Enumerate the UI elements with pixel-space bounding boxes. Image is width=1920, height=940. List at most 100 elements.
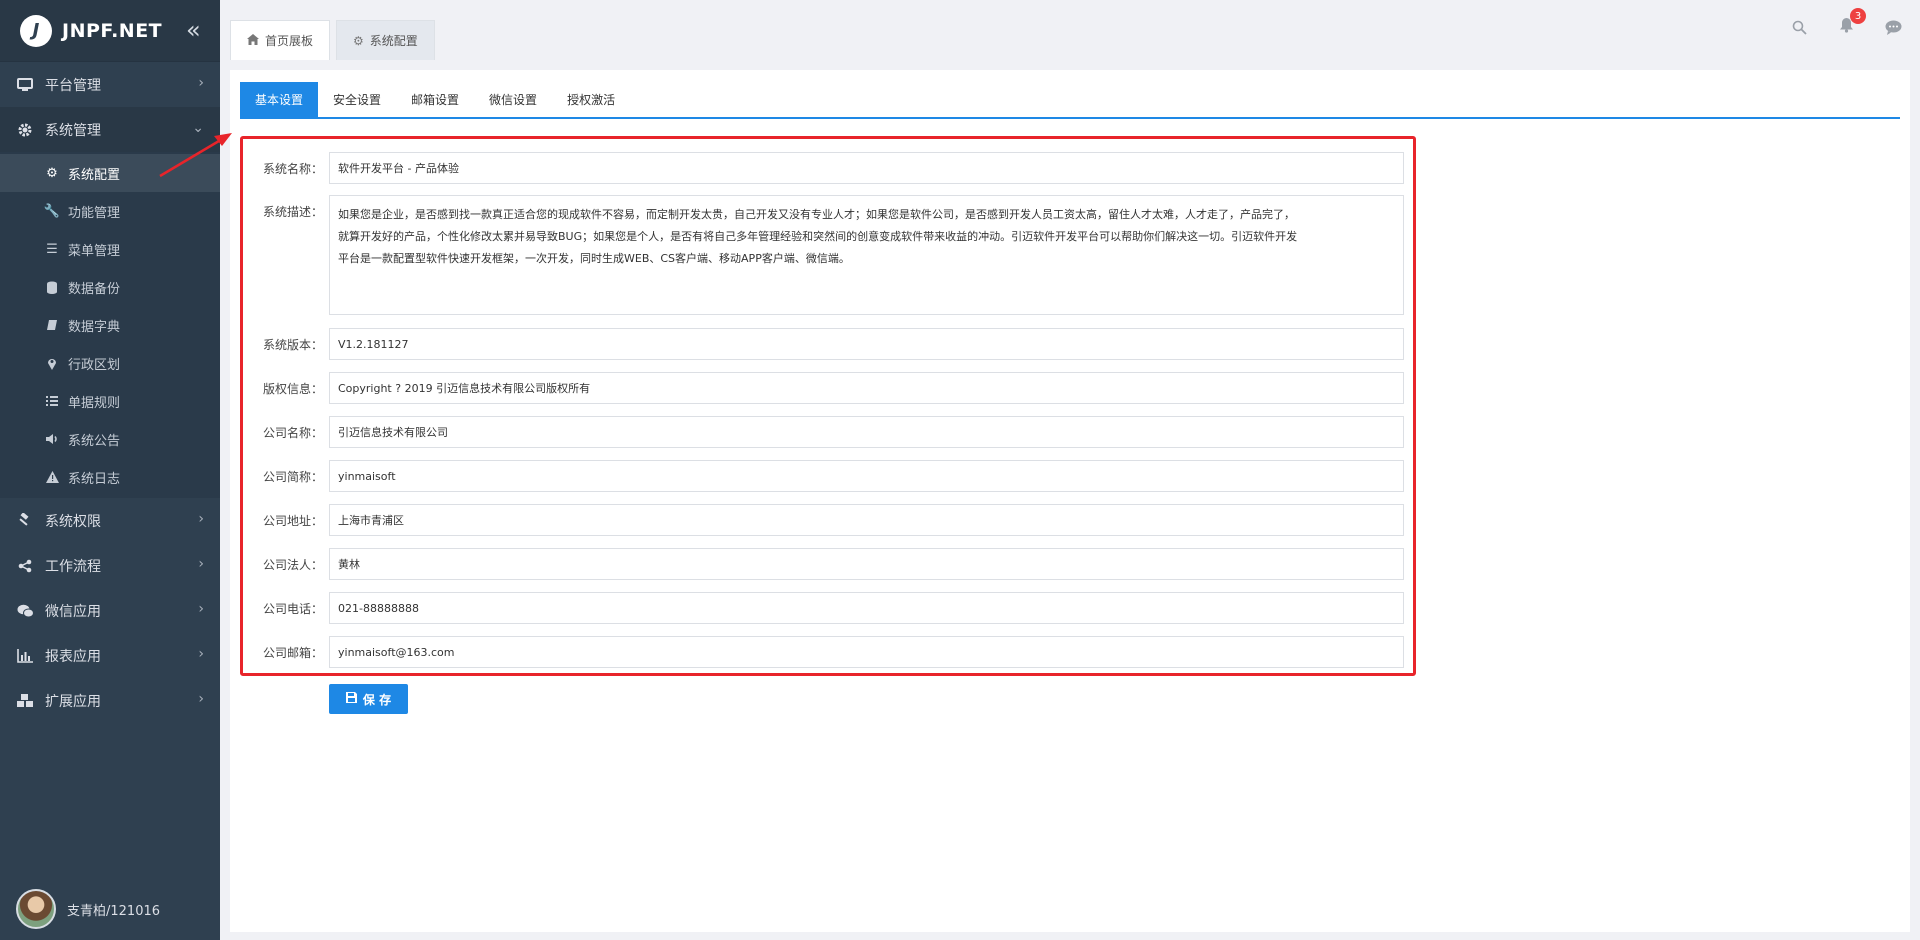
- company-email-field[interactable]: yinmaisoft@163.com: [329, 636, 1404, 668]
- search-icon[interactable]: [1779, 12, 1819, 42]
- chevron-right-icon: ›: [198, 511, 204, 527]
- user-profile[interactable]: 支青柏/121016: [0, 878, 220, 940]
- chevron-right-icon: ›: [198, 646, 204, 662]
- company-legal-person-field[interactable]: 黄林: [329, 548, 1404, 580]
- sidebar-item-reports[interactable]: 报表应用 ›: [0, 633, 220, 678]
- tab-license-activation[interactable]: 授权激活: [552, 82, 630, 117]
- tab-security-settings[interactable]: 安全设置: [318, 82, 396, 117]
- tab-label: 首页展板: [265, 34, 314, 48]
- gavel-icon: [15, 512, 35, 529]
- sidebar-item-permissions[interactable]: 系统权限 ›: [0, 498, 220, 543]
- tab-email-settings[interactable]: 邮箱设置: [396, 82, 474, 117]
- chevron-right-icon: ›: [198, 691, 204, 707]
- sidebar-item-workflow[interactable]: 工作流程 ›: [0, 543, 220, 588]
- comment-icon[interactable]: [1873, 12, 1913, 42]
- save-button[interactable]: 保 存: [329, 684, 408, 714]
- book-icon: [44, 319, 60, 331]
- avatar[interactable]: [16, 889, 56, 929]
- sidebar-item-admin-division[interactable]: 行政区划: [0, 344, 220, 382]
- gears-icon: ⚙: [353, 33, 364, 48]
- settings-tabs: 基本设置 安全设置 邮箱设置 微信设置 授权激活: [240, 82, 1900, 119]
- system-version-field[interactable]: V1.2.181127: [329, 328, 1404, 360]
- brand-logo-icon: J: [20, 14, 52, 47]
- sidebar-item-system[interactable]: 系统管理 ⌄: [0, 107, 220, 152]
- basic-settings-form: 系统名称： 软件开发平台 - 产品体验 系统描述： 如果您是企业，是否感到找一款…: [240, 136, 1416, 676]
- field-label: 公司电话：: [262, 602, 323, 616]
- sidebar-item-wechat[interactable]: 微信应用 ›: [0, 588, 220, 633]
- tab-system-config[interactable]: ⚙ 系统配置: [336, 20, 435, 60]
- wechat-icon: [15, 604, 35, 618]
- brand: J JNPF.NET «: [0, 0, 220, 62]
- tab-basic-settings[interactable]: 基本设置: [240, 82, 319, 117]
- chevron-down-icon: ⌄: [192, 120, 204, 136]
- description-line: 就算开发好的产品，个性化修改太累并易导致BUG；如果您是个人，是否有将自己多年管…: [338, 230, 1298, 243]
- home-icon: [247, 33, 259, 48]
- sidebar-item-system-log[interactable]: 系统日志: [0, 458, 220, 496]
- sidebar-item-label: 功能管理: [68, 205, 121, 221]
- sidebar-item-label: 系统日志: [68, 471, 121, 487]
- field-label: 公司邮箱：: [262, 646, 323, 660]
- database-icon: [44, 281, 60, 294]
- field-label: 版权信息：: [262, 382, 323, 396]
- description-line: 平台是一款配置型软件快速开发框架，一次开发，同时生成WEB、CS客户端、移动AP…: [338, 252, 850, 265]
- field-label: 系统版本：: [262, 338, 323, 352]
- sidebar-item-label: 系统配置: [68, 167, 121, 183]
- sidebar-item-label: 工作流程: [45, 558, 101, 575]
- copyright-field[interactable]: Copyright ? 2019 引迈信息技术有限公司版权所有: [329, 372, 1404, 404]
- system-name-field[interactable]: 软件开发平台 - 产品体验: [329, 152, 1404, 184]
- user-name: 支青柏/121016: [67, 903, 161, 919]
- company-address-field[interactable]: 上海市青浦区: [329, 504, 1404, 536]
- sidebar-item-document-rules[interactable]: 单据规则: [0, 382, 220, 420]
- company-short-name-field[interactable]: yinmaisoft: [329, 460, 1404, 492]
- list-ordered-icon: [44, 395, 60, 407]
- gears-icon: ⚙: [46, 165, 58, 181]
- wrench-icon: 🔧: [43, 203, 61, 219]
- sidebar-item-label: 报表应用: [45, 648, 101, 665]
- gear-icon: [15, 122, 35, 138]
- double-chevron-left-icon[interactable]: «: [186, 18, 201, 42]
- sidebar-item-label: 数据备份: [68, 281, 121, 297]
- chevron-right-icon: ›: [198, 601, 204, 617]
- notification-badge: 3: [1850, 8, 1866, 24]
- bar-chart-icon: [15, 648, 35, 663]
- field-label: 公司名称：: [262, 426, 323, 440]
- field-label: 公司地址：: [262, 514, 323, 528]
- sidebar-item-label: 微信应用: [45, 603, 101, 620]
- sidebar-item-label: 平台管理: [45, 77, 101, 94]
- company-name-field[interactable]: 引迈信息技术有限公司: [329, 416, 1404, 448]
- sidebar-item-announcement[interactable]: 系统公告: [0, 420, 220, 458]
- company-phone-field[interactable]: 021-88888888: [329, 592, 1404, 624]
- tab-wechat-settings[interactable]: 微信设置: [474, 82, 552, 117]
- system-description-textarea[interactable]: 如果您是企业，是否感到找一款真正适合您的现成软件不容易，而定制开发太贵，自己开发…: [329, 195, 1404, 315]
- map-marker-icon: [44, 357, 60, 370]
- sidebar-item-system-config[interactable]: ⚙ 系统配置: [0, 154, 220, 192]
- cubes-icon: [15, 693, 35, 709]
- sidebar-item-label: 扩展应用: [45, 693, 101, 710]
- field-label: 公司法人：: [262, 558, 323, 572]
- tab-label: 系统配置: [369, 34, 418, 48]
- field-label: 系统描述：: [262, 205, 323, 219]
- volume-icon: [44, 433, 60, 445]
- sidebar-item-function-mgmt[interactable]: 🔧 功能管理: [0, 192, 220, 230]
- warning-icon: [44, 471, 60, 483]
- sidebar-item-label: 数据字典: [68, 319, 121, 335]
- sidebar: J JNPF.NET « 平台管理 › 系统管理 ⌄ ⚙ 系统配置 🔧 功能管理 ☰…: [0, 0, 220, 940]
- menu-icon: ☰: [46, 241, 58, 257]
- notifications-button[interactable]: 3: [1826, 8, 1866, 42]
- chevron-right-icon: ›: [198, 75, 204, 91]
- sidebar-item-menu-mgmt[interactable]: ☰ 菜单管理: [0, 230, 220, 268]
- save-button-label: 保 存: [362, 692, 392, 707]
- main-content: 基本设置 安全设置 邮箱设置 微信设置 授权激活 系统名称： 软件开发平台 - …: [230, 70, 1910, 932]
- sidebar-item-data-dictionary[interactable]: 数据字典: [0, 306, 220, 344]
- sidebar-item-label: 系统管理: [45, 122, 101, 139]
- share-icon: [15, 559, 35, 573]
- floppy-disk-icon: [345, 692, 357, 706]
- sidebar-item-data-backup[interactable]: 数据备份: [0, 268, 220, 306]
- description-line: 如果您是企业，是否感到找一款真正适合您的现成软件不容易，而定制开发太贵，自己开发…: [338, 208, 1295, 221]
- sidebar-item-platform[interactable]: 平台管理 ›: [0, 62, 220, 107]
- chevron-right-icon: ›: [198, 556, 204, 572]
- tab-home[interactable]: 首页展板: [230, 20, 331, 60]
- sidebar-item-label: 行政区划: [68, 357, 121, 373]
- field-label: 系统名称：: [262, 162, 323, 176]
- sidebar-item-extensions[interactable]: 扩展应用 ›: [0, 678, 220, 723]
